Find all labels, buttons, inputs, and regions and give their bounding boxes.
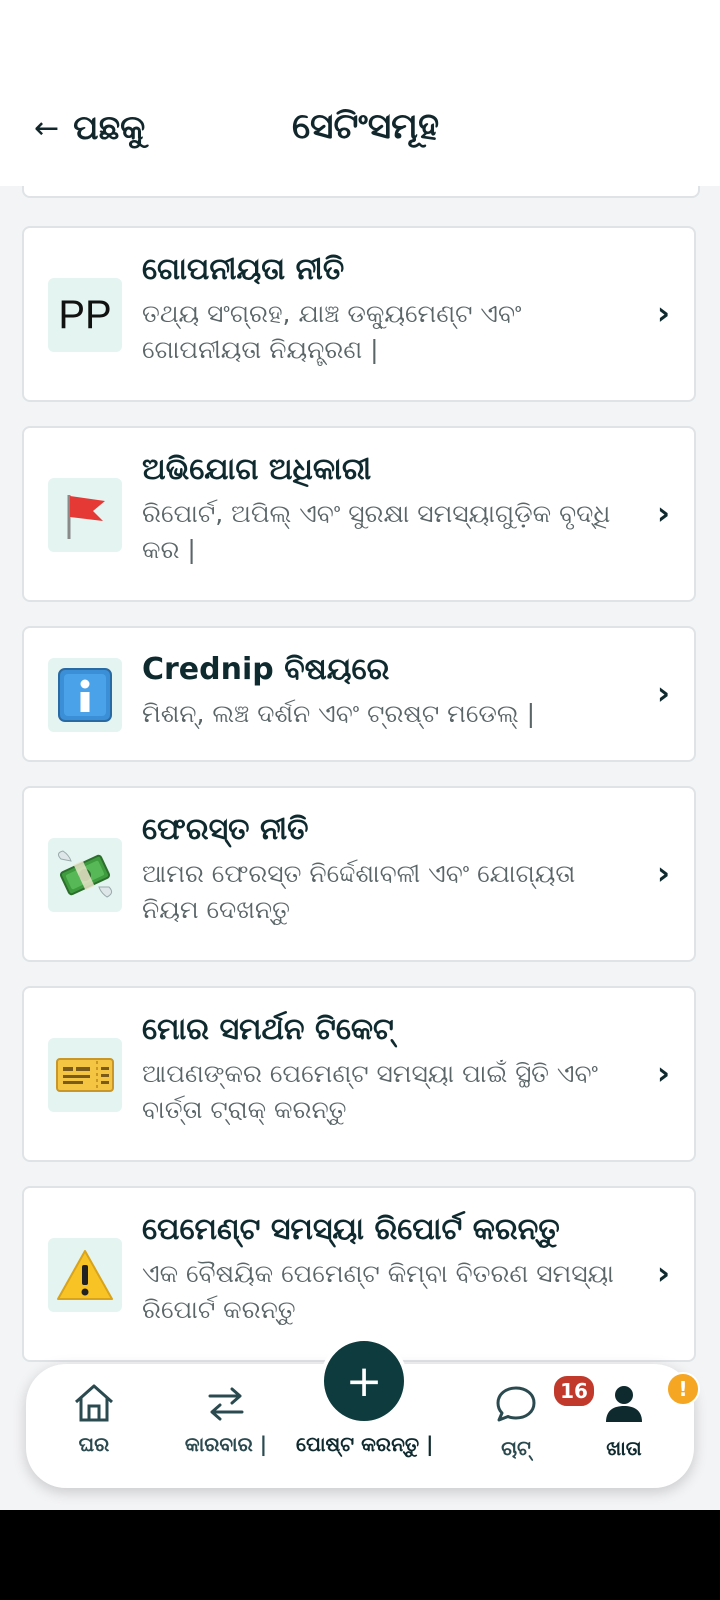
previous-card-edge xyxy=(22,186,700,198)
ticket-icon xyxy=(48,1038,122,1112)
nav-business[interactable]: କାରବାର | xyxy=(166,1382,286,1456)
top-bar: ← ପଛକୁ ସେଟିଂସମୂହ xyxy=(0,0,720,186)
back-arrow-icon: ← xyxy=(34,110,60,146)
chevron-right-icon: › xyxy=(656,674,670,712)
system-navigation-bar xyxy=(0,1510,720,1600)
page-title: ସେଟିଂସମୂହ xyxy=(292,106,440,147)
pp-text-icon: PP xyxy=(48,278,122,352)
post-button[interactable]: + xyxy=(320,1337,408,1425)
settings-item-support-tickets[interactable]: ମୋର ସମର୍ଥନ ଟିକେଟ୍ ଆପଣଙ୍କର ପେମେଣ୍ଟ ସମସ୍ୟା… xyxy=(22,986,696,1162)
item-title: ପେମେଣ୍ଟ ସମସ୍ୟା ରିପୋର୍ଟ କରନ୍ତୁ xyxy=(142,1212,560,1247)
info-icon xyxy=(48,658,122,732)
chat-bubble-icon xyxy=(496,1386,536,1422)
item-description: ଏକ ବୈଷୟିକ ପେମେଣ୍ଟ କିମ୍ବା ବିତରଣ ସମସ୍ୟା ରି… xyxy=(142,1259,614,1324)
item-description: ରିପୋର୍ଟ, ଅପିଲ୍ ଏବଂ ସୁରକ୍ଷା ସମସ୍ୟାଗୁଡ଼ିକ … xyxy=(142,499,611,564)
red-flag-icon xyxy=(48,478,122,552)
settings-item-about[interactable]: Crednip ବିଷୟରେ ମିଶନ୍, ଲଞ୍ଚ ଦର୍ଶନ ଏବଂ ଟ୍ର… xyxy=(22,626,696,762)
settings-item-grievance-officer[interactable]: ଅଭିଯୋଗ ଅଧିକାରୀ ରିପୋର୍ଟ, ଅପିଲ୍ ଏବଂ ସୁରକ୍ଷ… xyxy=(22,426,696,602)
nav-business-label: କାରବାର | xyxy=(184,1432,268,1456)
settings-item-refund-policy[interactable]: ଫେରସ୍ତ ନୀତି ଆମର ଫେରସ୍ତ ନିର୍ଦ୍ଦେଶାବଳୀ ଏବଂ… xyxy=(22,786,696,962)
chevron-right-icon: › xyxy=(656,1054,670,1092)
item-description: ଆମର ଫେରସ୍ତ ନିର୍ଦ୍ଦେଶାବଳୀ ଏବଂ ଯୋଗ୍ୟତା ନିୟ… xyxy=(142,859,576,924)
item-description: ମିଶନ୍, ଲଞ୍ଚ ଦର୍ଶନ ଏବଂ ଟ୍ରଷ୍ଟ ମଡେଲ୍ | xyxy=(142,699,536,728)
nav-chat[interactable]: 16 ଚାଟ୍ xyxy=(456,1374,596,1460)
nav-home[interactable]: ଘର xyxy=(34,1382,154,1456)
chevron-right-icon: › xyxy=(656,294,670,332)
money-wings-icon xyxy=(48,838,122,912)
item-description: ଆପଣଙ୍କର ପେମେଣ୍ଟ ସମସ୍ୟା ପାଇଁ ସ୍ଥିତି ଏବଂ ବ… xyxy=(142,1059,598,1124)
chevron-right-icon: › xyxy=(656,854,670,892)
nav-account[interactable]: ! ଖାତା xyxy=(564,1372,700,1460)
item-title: Crednip ବିଷୟରେ xyxy=(142,652,390,687)
item-title: ଫେରସ୍ତ ନୀତି xyxy=(142,812,309,847)
item-title: ଅଭିଯୋଗ ଅଧିକାରୀ xyxy=(142,452,372,487)
settings-item-privacy-policy[interactable]: PP ଗୋପନୀୟତା ନୀତି ତଥ୍ୟ ସଂଗ୍ରହ, ଯାଞ୍ଚ ଡକ୍ୟ… xyxy=(22,226,696,402)
nav-home-label: ଘର xyxy=(78,1432,110,1456)
warning-icon xyxy=(48,1238,122,1312)
chevron-right-icon: › xyxy=(656,494,670,532)
item-title: ଗୋପନୀୟତା ନୀତି xyxy=(142,252,345,287)
nav-account-label: ଖାତା xyxy=(606,1436,642,1460)
account-alert-badge: ! xyxy=(666,1372,700,1406)
back-button[interactable]: ← ପଛକୁ xyxy=(34,108,145,148)
plus-icon: + xyxy=(345,1355,383,1407)
home-icon xyxy=(75,1384,113,1422)
user-icon xyxy=(606,1386,642,1422)
settings-item-report-payment-issue[interactable]: ପେମେଣ୍ଟ ସମସ୍ୟା ରିପୋର୍ଟ କରନ୍ତୁ ଏକ ବୈଷୟିକ … xyxy=(22,1186,696,1362)
settings-list[interactable]: PP ଗୋପନୀୟତା ନୀତି ତଥ୍ୟ ସଂଗ୍ରହ, ଯାଞ୍ଚ ଡକ୍ୟ… xyxy=(0,186,720,1510)
nav-post-label: ପୋଷ୍ଟ କରନ୍ତୁ | xyxy=(296,1432,434,1456)
chevron-right-icon: › xyxy=(656,1254,670,1292)
swap-arrows-icon xyxy=(208,1387,244,1421)
item-description: ତଥ୍ୟ ସଂଗ୍ରହ, ଯାଞ୍ଚ ଡକ୍ୟୁମେଣ୍ଟ ଏବଂ ଗୋପନୀୟ… xyxy=(142,299,522,364)
nav-chat-label: ଚାଟ୍ xyxy=(501,1436,531,1460)
item-title: ମୋର ସମର୍ଥନ ଟିକେଟ୍ xyxy=(142,1012,394,1047)
back-label: ପଛକୁ xyxy=(73,108,146,148)
